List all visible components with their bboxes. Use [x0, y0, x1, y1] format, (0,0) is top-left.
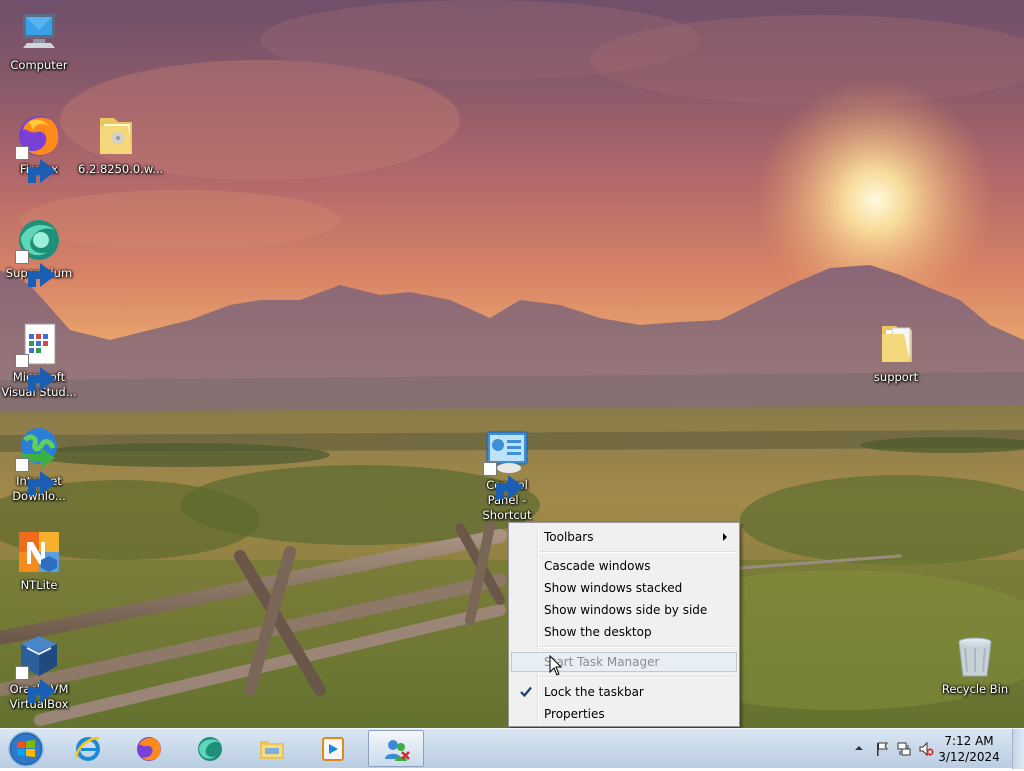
taskbar-internet-explorer[interactable] — [60, 730, 116, 767]
volume-muted-icon[interactable] — [918, 741, 934, 757]
desktop-icon-ntlite[interactable]: NTLite — [1, 528, 77, 593]
shortcut-arrow-icon — [15, 250, 56, 287]
desktop-icon-label: Recycle Bin — [941, 682, 1009, 696]
menu-separator — [540, 551, 735, 553]
desktop-icon-support[interactable]: support — [858, 320, 934, 385]
firefox-icon — [137, 737, 161, 761]
taskbar[interactable]: 7:12 AM 3/12/2024 — [0, 728, 1024, 769]
desktop-icon-label: support — [873, 370, 919, 384]
shortcut-arrow-icon — [15, 146, 56, 183]
desktop-icon-label: Computer — [10, 58, 68, 72]
menu-item-label: Cascade windows — [544, 559, 651, 573]
menu-item-show-windows-side-by-side[interactable]: Show windows side by side — [511, 600, 737, 620]
ntlite-icon — [15, 528, 63, 576]
clock[interactable]: 7:12 AM 3/12/2024 — [934, 733, 1004, 765]
show-desktop-button[interactable] — [1012, 729, 1024, 769]
internet-download-manager-icon — [15, 424, 63, 495]
menu-item-toolbars[interactable]: Toolbars — [511, 527, 737, 547]
computer-icon — [15, 8, 63, 56]
menu-item-label: Show windows stacked — [544, 581, 683, 595]
desktop-icon-computer[interactable]: Computer — [1, 8, 77, 73]
media-player-icon — [322, 737, 344, 761]
menu-separator — [540, 676, 735, 678]
desktop-icon-folder-6-2[interactable]: 6.2.8250.0.w... — [78, 112, 164, 177]
shortcut-arrow-icon — [15, 354, 56, 391]
menu-item-label: Lock the taskbar — [544, 685, 644, 699]
menu-item-start-task-manager[interactable]: Start Task Manager — [511, 652, 737, 672]
submenu-arrow-icon — [723, 533, 727, 541]
taskbar-media-player[interactable] — [305, 730, 361, 767]
menu-item-label: Show windows side by side — [544, 603, 708, 617]
taskbar-users-app[interactable] — [368, 730, 424, 767]
file-explorer-icon — [260, 741, 284, 759]
taskbar-supermium[interactable] — [182, 730, 238, 767]
desktop-icon-ms-visual-studio[interactable]: Microsoft Visual Stud... — [1, 320, 77, 400]
shortcut-arrow-icon — [15, 458, 56, 495]
shortcut-arrow-icon — [15, 666, 56, 703]
desktop-icon-label: 6.2.8250.0.w... — [78, 162, 164, 176]
shortcut-arrow-icon — [483, 462, 524, 499]
show-hidden-icons-icon[interactable] — [854, 743, 864, 753]
start-button[interactable] — [6, 730, 46, 768]
taskbar-firefox[interactable] — [121, 730, 177, 767]
firefox-icon — [15, 112, 63, 183]
taskbar-file-explorer[interactable] — [244, 730, 300, 767]
taskbar-context-menu: Toolbars Cascade windows Show windows st… — [508, 522, 740, 727]
desktop-icon-recycle-bin[interactable]: Recycle Bin — [937, 632, 1013, 697]
visual-studio-icon — [15, 320, 63, 391]
desktop-icon-label: NTLite — [20, 578, 58, 592]
menu-item-cascade-windows[interactable]: Cascade windows — [511, 556, 737, 576]
menu-item-show-windows-stacked[interactable]: Show windows stacked — [511, 578, 737, 598]
internet-explorer-icon — [75, 736, 100, 761]
checkmark-icon — [520, 686, 532, 698]
action-center-flag-icon[interactable] — [874, 741, 890, 757]
menu-item-label: Show the desktop — [544, 625, 652, 639]
desktop-icon-control-panel[interactable]: Control Panel - Shortcut — [469, 428, 545, 523]
control-panel-icon — [483, 428, 531, 499]
desktop-icon-supermium[interactable]: Supermium — [1, 216, 77, 287]
clock-time: 7:12 AM — [944, 734, 994, 748]
menu-item-show-the-desktop[interactable]: Show the desktop — [511, 622, 737, 642]
menu-item-properties[interactable]: Properties — [511, 704, 737, 724]
windows-logo-icon — [8, 731, 44, 767]
users-app-icon — [385, 740, 410, 761]
network-icon[interactable] — [896, 741, 912, 757]
menu-item-lock-the-taskbar[interactable]: Lock the taskbar — [511, 682, 737, 702]
menu-item-label: Toolbars — [544, 530, 594, 544]
folder-icon — [92, 112, 140, 160]
system-tray: 7:12 AM 3/12/2024 — [834, 729, 1024, 769]
menu-item-label: Properties — [544, 707, 605, 721]
supermium-icon — [198, 737, 222, 761]
desktop-icon-virtualbox[interactable]: Oracle VM VirtualBox — [1, 632, 77, 712]
desktop-icon-internet-download[interactable]: Internet Downlo... — [1, 424, 77, 504]
folder-icon — [872, 320, 920, 368]
clock-date: 3/12/2024 — [938, 750, 1000, 764]
supermium-icon — [15, 216, 63, 287]
virtualbox-icon — [15, 632, 63, 703]
recycle-bin-icon — [951, 632, 999, 680]
mouse-cursor-icon — [549, 655, 563, 676]
menu-separator — [540, 646, 735, 648]
desktop-icon-firefox[interactable]: Firefox — [1, 112, 77, 183]
